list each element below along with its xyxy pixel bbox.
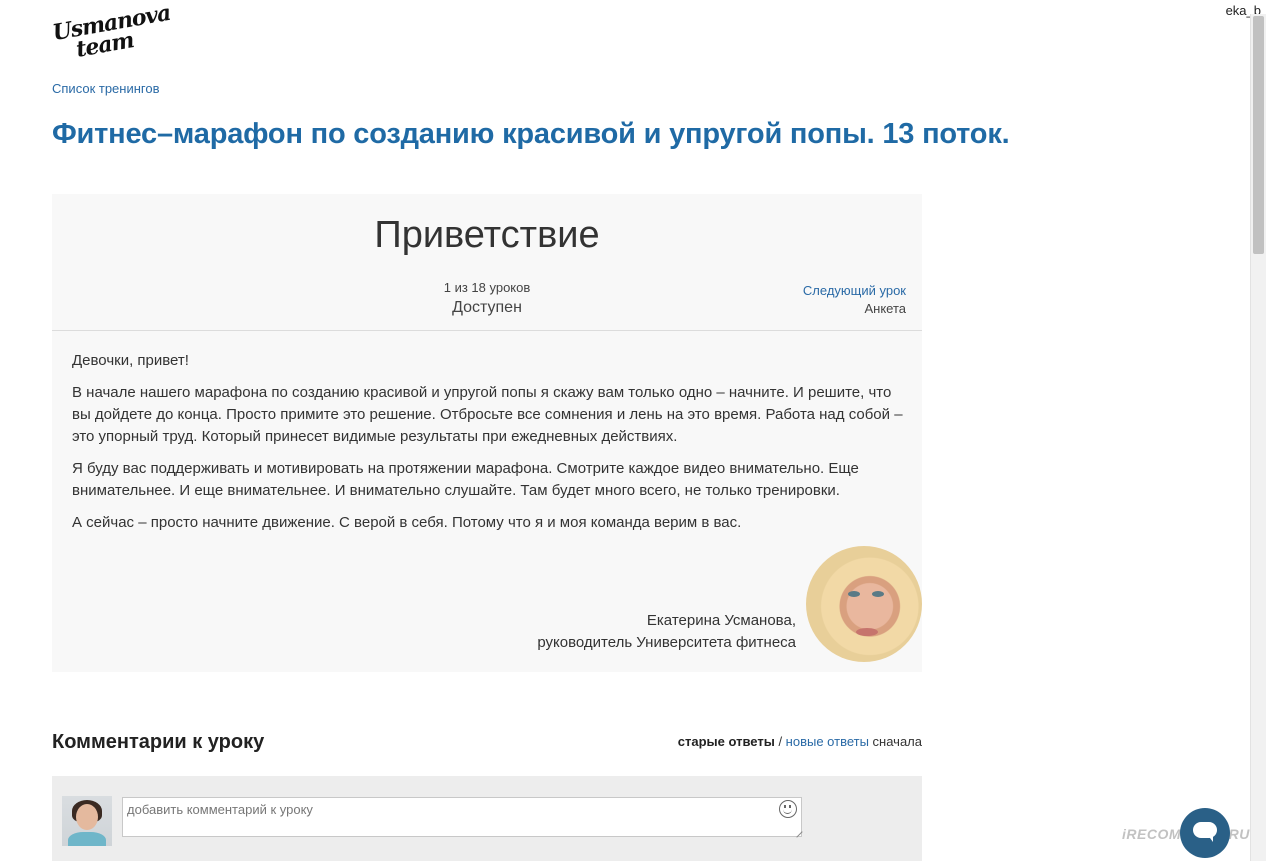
lesson-text: Девочки, привет! В начале нашего марафон… bbox=[72, 350, 912, 544]
next-lesson-name: Анкета bbox=[864, 301, 906, 316]
logo[interactable]: Usmanova team bbox=[51, 0, 173, 63]
sort-separator: / bbox=[774, 734, 786, 749]
sort-new-first-link[interactable]: новые ответы bbox=[786, 734, 869, 749]
lesson-card: Приветствие 1 из 18 уроков Доступен След… bbox=[52, 194, 922, 672]
lesson-paragraph: Девочки, привет! bbox=[72, 352, 189, 369]
author-avatar-lips bbox=[856, 628, 878, 636]
lesson-title: Приветствие bbox=[374, 214, 600, 256]
lesson-paragraph: Я буду вас поддерживать и мотивировать н… bbox=[72, 460, 859, 499]
user-avatar-face bbox=[76, 804, 98, 830]
page-title: Фитнес–марафон по созданию красивой и уп… bbox=[52, 118, 1010, 150]
breadcrumb-trainings-list[interactable]: Список тренингов bbox=[52, 81, 160, 96]
sort-suffix: сначала bbox=[868, 734, 922, 749]
lesson-paragraph: А сейчас – просто начните движение. С ве… bbox=[72, 514, 742, 531]
author-avatar-eye bbox=[848, 591, 860, 597]
author-avatar-eye bbox=[872, 591, 884, 597]
author-name: Екатерина Усманова, bbox=[646, 612, 796, 629]
lesson-header: Приветствие 1 из 18 уроков Доступен След… bbox=[52, 194, 922, 331]
comment-input[interactable] bbox=[122, 797, 802, 837]
next-lesson-link[interactable]: Следующий урок bbox=[803, 283, 906, 298]
lesson-count: 1 из 18 уроков bbox=[443, 280, 531, 295]
author-avatar bbox=[806, 546, 922, 662]
comments-title: Комментарии к уроку bbox=[52, 731, 265, 753]
lesson-status: Доступен bbox=[452, 299, 522, 316]
user-avatar-body bbox=[68, 832, 106, 846]
comments-sort: старые ответы / новые ответы сначала bbox=[678, 734, 922, 749]
scrollbar-thumb[interactable] bbox=[1253, 16, 1264, 254]
lesson-paragraph: В начале нашего марафона по созданию кра… bbox=[72, 384, 903, 445]
user-avatar bbox=[62, 796, 112, 846]
comment-form bbox=[52, 776, 922, 861]
scrollbar[interactable] bbox=[1250, 14, 1266, 861]
author-role: руководитель Университета фитнеса bbox=[537, 634, 796, 651]
chat-bubble-icon[interactable] bbox=[1180, 808, 1230, 858]
emoji-icon[interactable] bbox=[779, 800, 797, 818]
author-signature: Екатерина Усманова, руководитель Универс… bbox=[537, 610, 796, 654]
sort-old-first[interactable]: старые ответы bbox=[678, 734, 775, 749]
